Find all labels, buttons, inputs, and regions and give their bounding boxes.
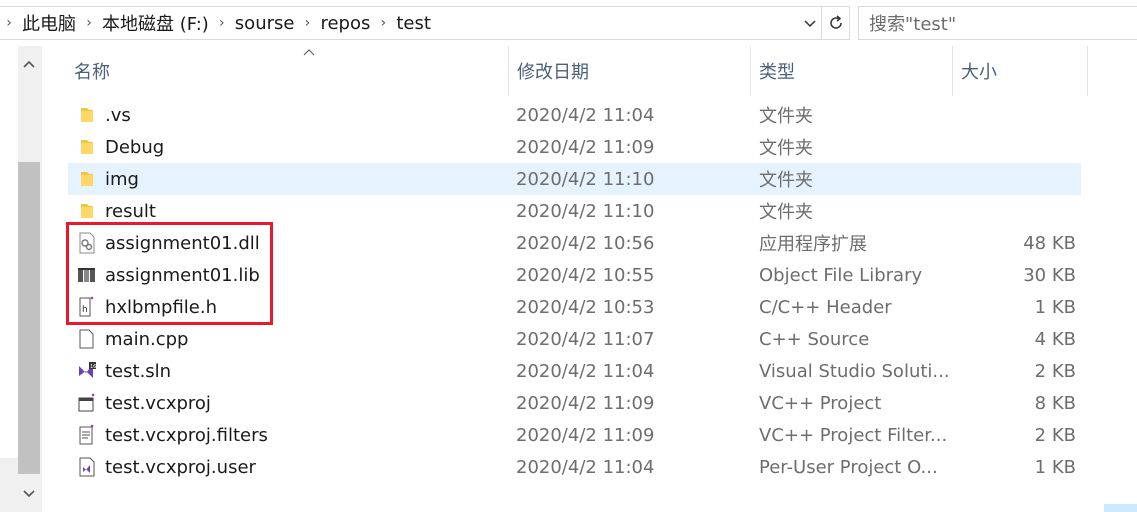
file-type: Per-User Project O... (759, 456, 938, 478)
file-row[interactable]: Debug 2020/4/2 11:09 文件夹 (68, 131, 1081, 163)
breadcrumb-test[interactable]: test (392, 13, 435, 34)
search-placeholder: 搜索"test" (869, 14, 957, 35)
file-type: Visual Studio Soluti... (759, 360, 950, 382)
scrollbar-corner (0, 458, 18, 512)
column-header-row: 名称 修改日期 类型 大小 (42, 46, 1137, 96)
address-toolbar: › 此电脑 › 本地磁盘 (F:) › sourse › repos › tes… (0, 0, 1137, 46)
file-date-modified: 2020/4/2 11:04 (516, 360, 655, 382)
breadcrumb-drive-f[interactable]: 本地磁盘 (F:) (98, 10, 213, 36)
file-type: 文件夹 (759, 170, 813, 191)
file-size (968, 195, 1076, 227)
file-size (968, 99, 1076, 131)
status-strip (1104, 504, 1137, 512)
chevron-right-icon[interactable]: › (298, 15, 316, 31)
file-date-modified: 2020/4/2 11:04 (516, 104, 655, 126)
file-type: 应用程序扩展 (759, 234, 867, 255)
file-type: 文件夹 (759, 202, 813, 223)
chevron-down-icon (23, 490, 35, 498)
file-date-modified: 2020/4/2 11:10 (516, 200, 655, 222)
sln-file-icon: 16 (76, 355, 98, 387)
highlight-annotation-box (66, 222, 273, 325)
column-header-type[interactable]: 类型 (750, 46, 952, 96)
file-row[interactable]: img 2020/4/2 11:10 文件夹 (68, 163, 1081, 195)
refresh-icon (829, 15, 842, 29)
file-name: main.cpp (105, 328, 189, 350)
file-date-modified: 2020/4/2 11:10 (516, 168, 655, 190)
vertical-scrollbar[interactable] (0, 46, 42, 512)
chevron-right-icon[interactable]: › (0, 15, 18, 31)
file-date-modified: 2020/4/2 10:55 (516, 264, 655, 286)
column-header-name[interactable]: 名称 (66, 46, 506, 96)
file-name: test.vcxproj (105, 392, 211, 414)
file-type: VC++ Project (759, 392, 882, 414)
column-header-date[interactable]: 修改日期 (508, 46, 750, 96)
file-type: 文件夹 (759, 138, 813, 159)
file-type: VC++ Project Filter... (759, 424, 948, 446)
chevron-right-icon[interactable]: › (374, 15, 392, 31)
file-name: .vs (105, 104, 131, 126)
cpp-file-icon (76, 323, 98, 355)
file-date-modified: 2020/4/2 11:04 (516, 456, 655, 478)
chevron-down-icon[interactable] (801, 14, 819, 32)
vcxproj-icon (76, 387, 98, 419)
file-name: Debug (105, 136, 165, 158)
file-size: 1 KB (1034, 456, 1076, 478)
file-name: img (105, 168, 139, 190)
file-row[interactable]: test.vcxproj 2020/4/2 11:09 VC++ Project 8 … (68, 387, 1081, 419)
breadcrumb-this-pc[interactable]: 此电脑 (18, 10, 80, 36)
chevron-right-icon[interactable]: › (80, 15, 98, 31)
file-date-modified: 2020/4/2 11:09 (516, 424, 655, 446)
search-input[interactable]: 搜索"test" (858, 6, 1137, 40)
file-size: 2 KB (1034, 360, 1076, 382)
file-date-modified: 2020/4/2 10:56 (516, 232, 655, 254)
file-type: C/C++ Header (759, 296, 892, 318)
file-date-modified: 2020/4/2 10:53 (516, 296, 655, 318)
file-size: 1 KB (1034, 296, 1076, 318)
file-row[interactable]: main.cpp 2020/4/2 11:07 C++ Source 4 KB (68, 323, 1081, 355)
file-type: Object File Library (759, 264, 923, 286)
refresh-button[interactable] (822, 6, 850, 40)
file-name: test.vcxproj.user (105, 456, 256, 478)
file-size (968, 163, 1076, 195)
file-size: 48 KB (1023, 232, 1076, 254)
file-date-modified: 2020/4/2 11:09 (516, 136, 655, 158)
svg-text:16: 16 (90, 364, 96, 370)
column-header-name-label: 名称 (74, 62, 110, 83)
file-row[interactable]: test.vcxproj.user 2020/4/2 11:04 Per-User … (68, 451, 1081, 483)
folder-icon (76, 131, 98, 163)
file-row[interactable]: test.vcxproj.filters 2020/4/2 11:09 VC++ P… (68, 419, 1081, 451)
file-name: test.vcxproj.filters (105, 424, 268, 446)
folder-icon (76, 99, 98, 131)
filters-file-icon (76, 419, 98, 451)
scrollbar-thumb[interactable] (18, 162, 40, 474)
sort-ascending-icon (303, 49, 315, 56)
file-name: test.sln (105, 360, 172, 382)
scroll-down-button[interactable] (18, 482, 40, 506)
file-size: 8 KB (1034, 392, 1076, 414)
file-size (968, 131, 1076, 163)
folder-icon (76, 163, 98, 195)
file-size: 30 KB (1023, 264, 1076, 286)
file-size: 2 KB (1034, 424, 1076, 446)
column-header-size-label: 大小 (961, 62, 997, 83)
column-header-type-label: 类型 (759, 62, 795, 83)
scroll-up-button[interactable] (18, 52, 40, 76)
file-date-modified: 2020/4/2 11:09 (516, 392, 655, 414)
breadcrumb-sourse[interactable]: sourse (231, 13, 299, 34)
column-header-size[interactable]: 大小 (952, 46, 1088, 96)
file-size: 4 KB (1034, 328, 1076, 350)
address-bar[interactable]: › 此电脑 › 本地磁盘 (F:) › sourse › repos › tes… (0, 6, 822, 40)
user-file-icon (76, 451, 98, 483)
chevron-up-icon (23, 60, 35, 68)
breadcrumb-repos[interactable]: repos (316, 13, 374, 34)
file-row[interactable]: 16 test.sln 2020/4/2 11:04 Visual Studio So… (68, 355, 1081, 387)
file-date-modified: 2020/4/2 11:07 (516, 328, 655, 350)
chevron-right-icon[interactable]: › (213, 15, 231, 31)
scrollbar-gutter (0, 46, 18, 512)
file-type: 文件夹 (759, 106, 813, 127)
column-header-date-label: 修改日期 (517, 62, 589, 83)
file-row[interactable]: .vs 2020/4/2 11:04 文件夹 (68, 99, 1081, 131)
file-type: C++ Source (759, 328, 870, 350)
